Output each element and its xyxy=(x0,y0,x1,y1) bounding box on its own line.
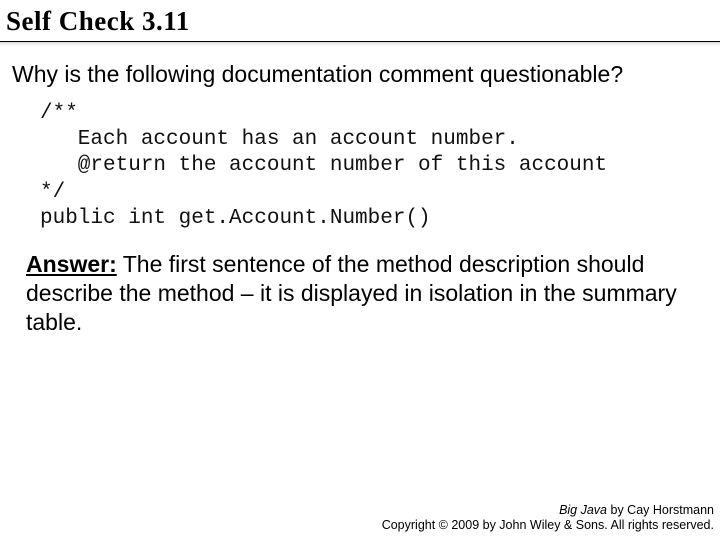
footer-author: by Cay Horstmann xyxy=(607,503,714,517)
answer-text: The first sentence of the method descrip… xyxy=(26,251,677,335)
slide: Self Check 3.11 Why is the following doc… xyxy=(0,0,720,540)
footer-line-1: Big Java by Cay Horstmann xyxy=(382,503,714,519)
footer-book-title: Big Java xyxy=(559,503,607,517)
footer-copyright: Copyright © 2009 by John Wiley & Sons. A… xyxy=(382,518,714,534)
footer: Big Java by Cay Horstmann Copyright © 20… xyxy=(382,503,714,534)
answer-label: Answer: xyxy=(26,251,117,277)
slide-title: Self Check 3.11 xyxy=(0,0,720,39)
title-shadow xyxy=(0,42,720,46)
answer-paragraph: Answer: The first sentence of the method… xyxy=(0,246,720,336)
question-text: Why is the following documentation comme… xyxy=(0,60,720,99)
code-block: /** Each account has an account number. … xyxy=(0,99,720,246)
